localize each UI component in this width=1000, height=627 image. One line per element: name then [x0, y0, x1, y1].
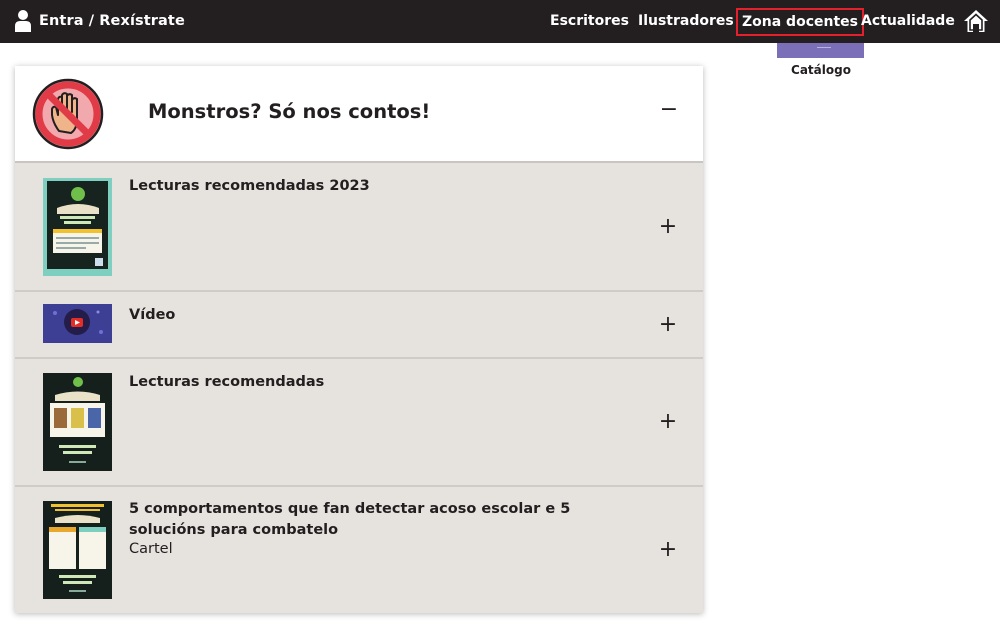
nav-writers[interactable]: Escritores — [550, 0, 629, 43]
home-icon[interactable] — [963, 9, 989, 37]
recommended-reading-thumbnail — [43, 373, 112, 471]
top-navigation-bar: Entra / Rexístrate Escritores Ilustrador… — [0, 0, 1000, 43]
user-icon — [15, 10, 31, 32]
list-item[interactable]: Lecturas recomendadas 2023 + — [15, 163, 703, 292]
list-item[interactable]: Vídeo + — [15, 292, 703, 359]
expand-icon[interactable]: + — [658, 539, 678, 561]
video-thumbnail — [43, 304, 112, 343]
row-title: Lecturas recomendadas 2023 — [129, 178, 370, 194]
expand-icon[interactable]: + — [658, 216, 678, 238]
poster-thumbnail — [43, 501, 112, 599]
nav-news[interactable]: Actualidade — [861, 0, 955, 43]
accordion-title: Monstros? Só nos contos! — [148, 100, 431, 123]
list-item[interactable]: 5 comportamentos que fan detectar acoso … — [15, 487, 703, 613]
login-label: Entra / Rexístrate — [39, 13, 185, 29]
expand-icon[interactable]: + — [658, 314, 678, 336]
nav-illustrators[interactable]: Ilustradores — [638, 0, 734, 43]
catalog-link[interactable]: Catálogo — [777, 63, 865, 77]
recommended-reading-2023-thumbnail — [43, 178, 112, 276]
catalog-cover-image[interactable] — [777, 43, 864, 58]
accordion-card: Monstros? Só nos contos! − Lecturas reco… — [15, 66, 703, 613]
expand-icon[interactable]: + — [658, 411, 678, 433]
collapse-icon[interactable]: − — [659, 99, 679, 121]
nav-teachers-zone[interactable]: Zona docentes — [736, 8, 864, 36]
accordion-header[interactable]: Monstros? Só nos contos! − — [15, 66, 703, 163]
list-item[interactable]: Lecturas recomendadas + — [15, 359, 703, 487]
row-title: Lecturas recomendadas — [129, 374, 325, 390]
row-title: 5 comportamentos que fan detectar acoso … — [129, 501, 571, 538]
row-subtitle: Cartel — [129, 541, 173, 557]
login-link[interactable]: Entra / Rexístrate — [14, 9, 185, 33]
stop-hand-icon — [31, 77, 105, 155]
row-title: Vídeo — [129, 307, 176, 323]
